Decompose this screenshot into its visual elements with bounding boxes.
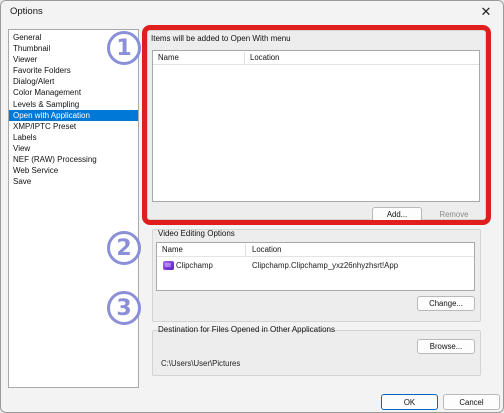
column-header-location[interactable]: Location — [250, 53, 279, 62]
browse-button[interactable]: Browse... — [417, 339, 475, 354]
ok-button[interactable]: OK — [381, 394, 438, 410]
remove-button: Remove — [439, 210, 469, 219]
sidebar-item-view[interactable]: View — [9, 143, 138, 154]
step-marker-3: 3 — [107, 291, 141, 325]
sidebar-item-color-management[interactable]: Color Management — [9, 87, 138, 98]
sidebar-item-save[interactable]: Save — [9, 176, 138, 187]
column-header-location[interactable]: Location — [252, 245, 281, 254]
open-with-list-header: Name Location — [153, 51, 479, 65]
destination-group-label: Destination for Files Opened in Other Ap… — [158, 325, 335, 334]
step-marker-1: 1 — [107, 31, 141, 65]
category-list[interactable]: General Thumbnail Viewer Favorite Folder… — [8, 29, 139, 388]
row-location: Clipchamp.Clipchamp_yxz26nhyzhsrt!App — [252, 261, 399, 270]
column-separator[interactable] — [244, 52, 245, 64]
video-editing-list-header: Name Location — [157, 243, 474, 257]
sidebar-item-nef-raw-processing[interactable]: NEF (RAW) Processing — [9, 154, 138, 165]
row-name: Clipchamp — [176, 261, 213, 270]
destination-path: C:\Users\User\Pictures — [161, 359, 241, 368]
cancel-button[interactable]: Cancel — [443, 394, 500, 410]
open-with-group-label: Items will be added to Open With menu — [151, 34, 291, 43]
title-bar: Options ✕ — [1, 1, 503, 23]
column-header-name[interactable]: Name — [162, 245, 183, 254]
column-separator[interactable] — [245, 244, 246, 256]
sidebar-item-xmp-iptc-preset[interactable]: XMP/IPTC Preset — [9, 121, 138, 132]
sidebar-item-web-service[interactable]: Web Service — [9, 165, 138, 176]
video-editing-group-label: Video Editing Options — [158, 229, 235, 238]
options-dialog: Options ✕ General Thumbnail Viewer Favor… — [0, 0, 504, 413]
close-button[interactable]: ✕ — [475, 3, 497, 21]
add-button[interactable]: Add... — [372, 207, 422, 222]
change-button[interactable]: Change... — [417, 296, 475, 311]
sidebar-item-levels-sampling[interactable]: Levels & Sampling — [9, 99, 138, 110]
sidebar-item-dialog-alert[interactable]: Dialog/Alert — [9, 76, 138, 87]
window-title: Options — [10, 6, 43, 17]
sidebar-item-open-with-application[interactable]: Open with Application — [9, 109, 138, 121]
video-editing-list[interactable]: Name Location Clipchamp Clipchamp.Clipch… — [156, 242, 475, 291]
table-row[interactable]: Clipchamp Clipchamp.Clipchamp_yxz26nhyzh… — [157, 258, 474, 273]
open-with-list[interactable]: Name Location — [152, 50, 480, 202]
clipchamp-icon — [163, 261, 174, 270]
sidebar-item-labels[interactable]: Labels — [9, 132, 138, 143]
sidebar-item-favorite-folders[interactable]: Favorite Folders — [9, 65, 138, 76]
step-marker-2: 2 — [107, 231, 141, 265]
column-header-name[interactable]: Name — [158, 53, 179, 62]
